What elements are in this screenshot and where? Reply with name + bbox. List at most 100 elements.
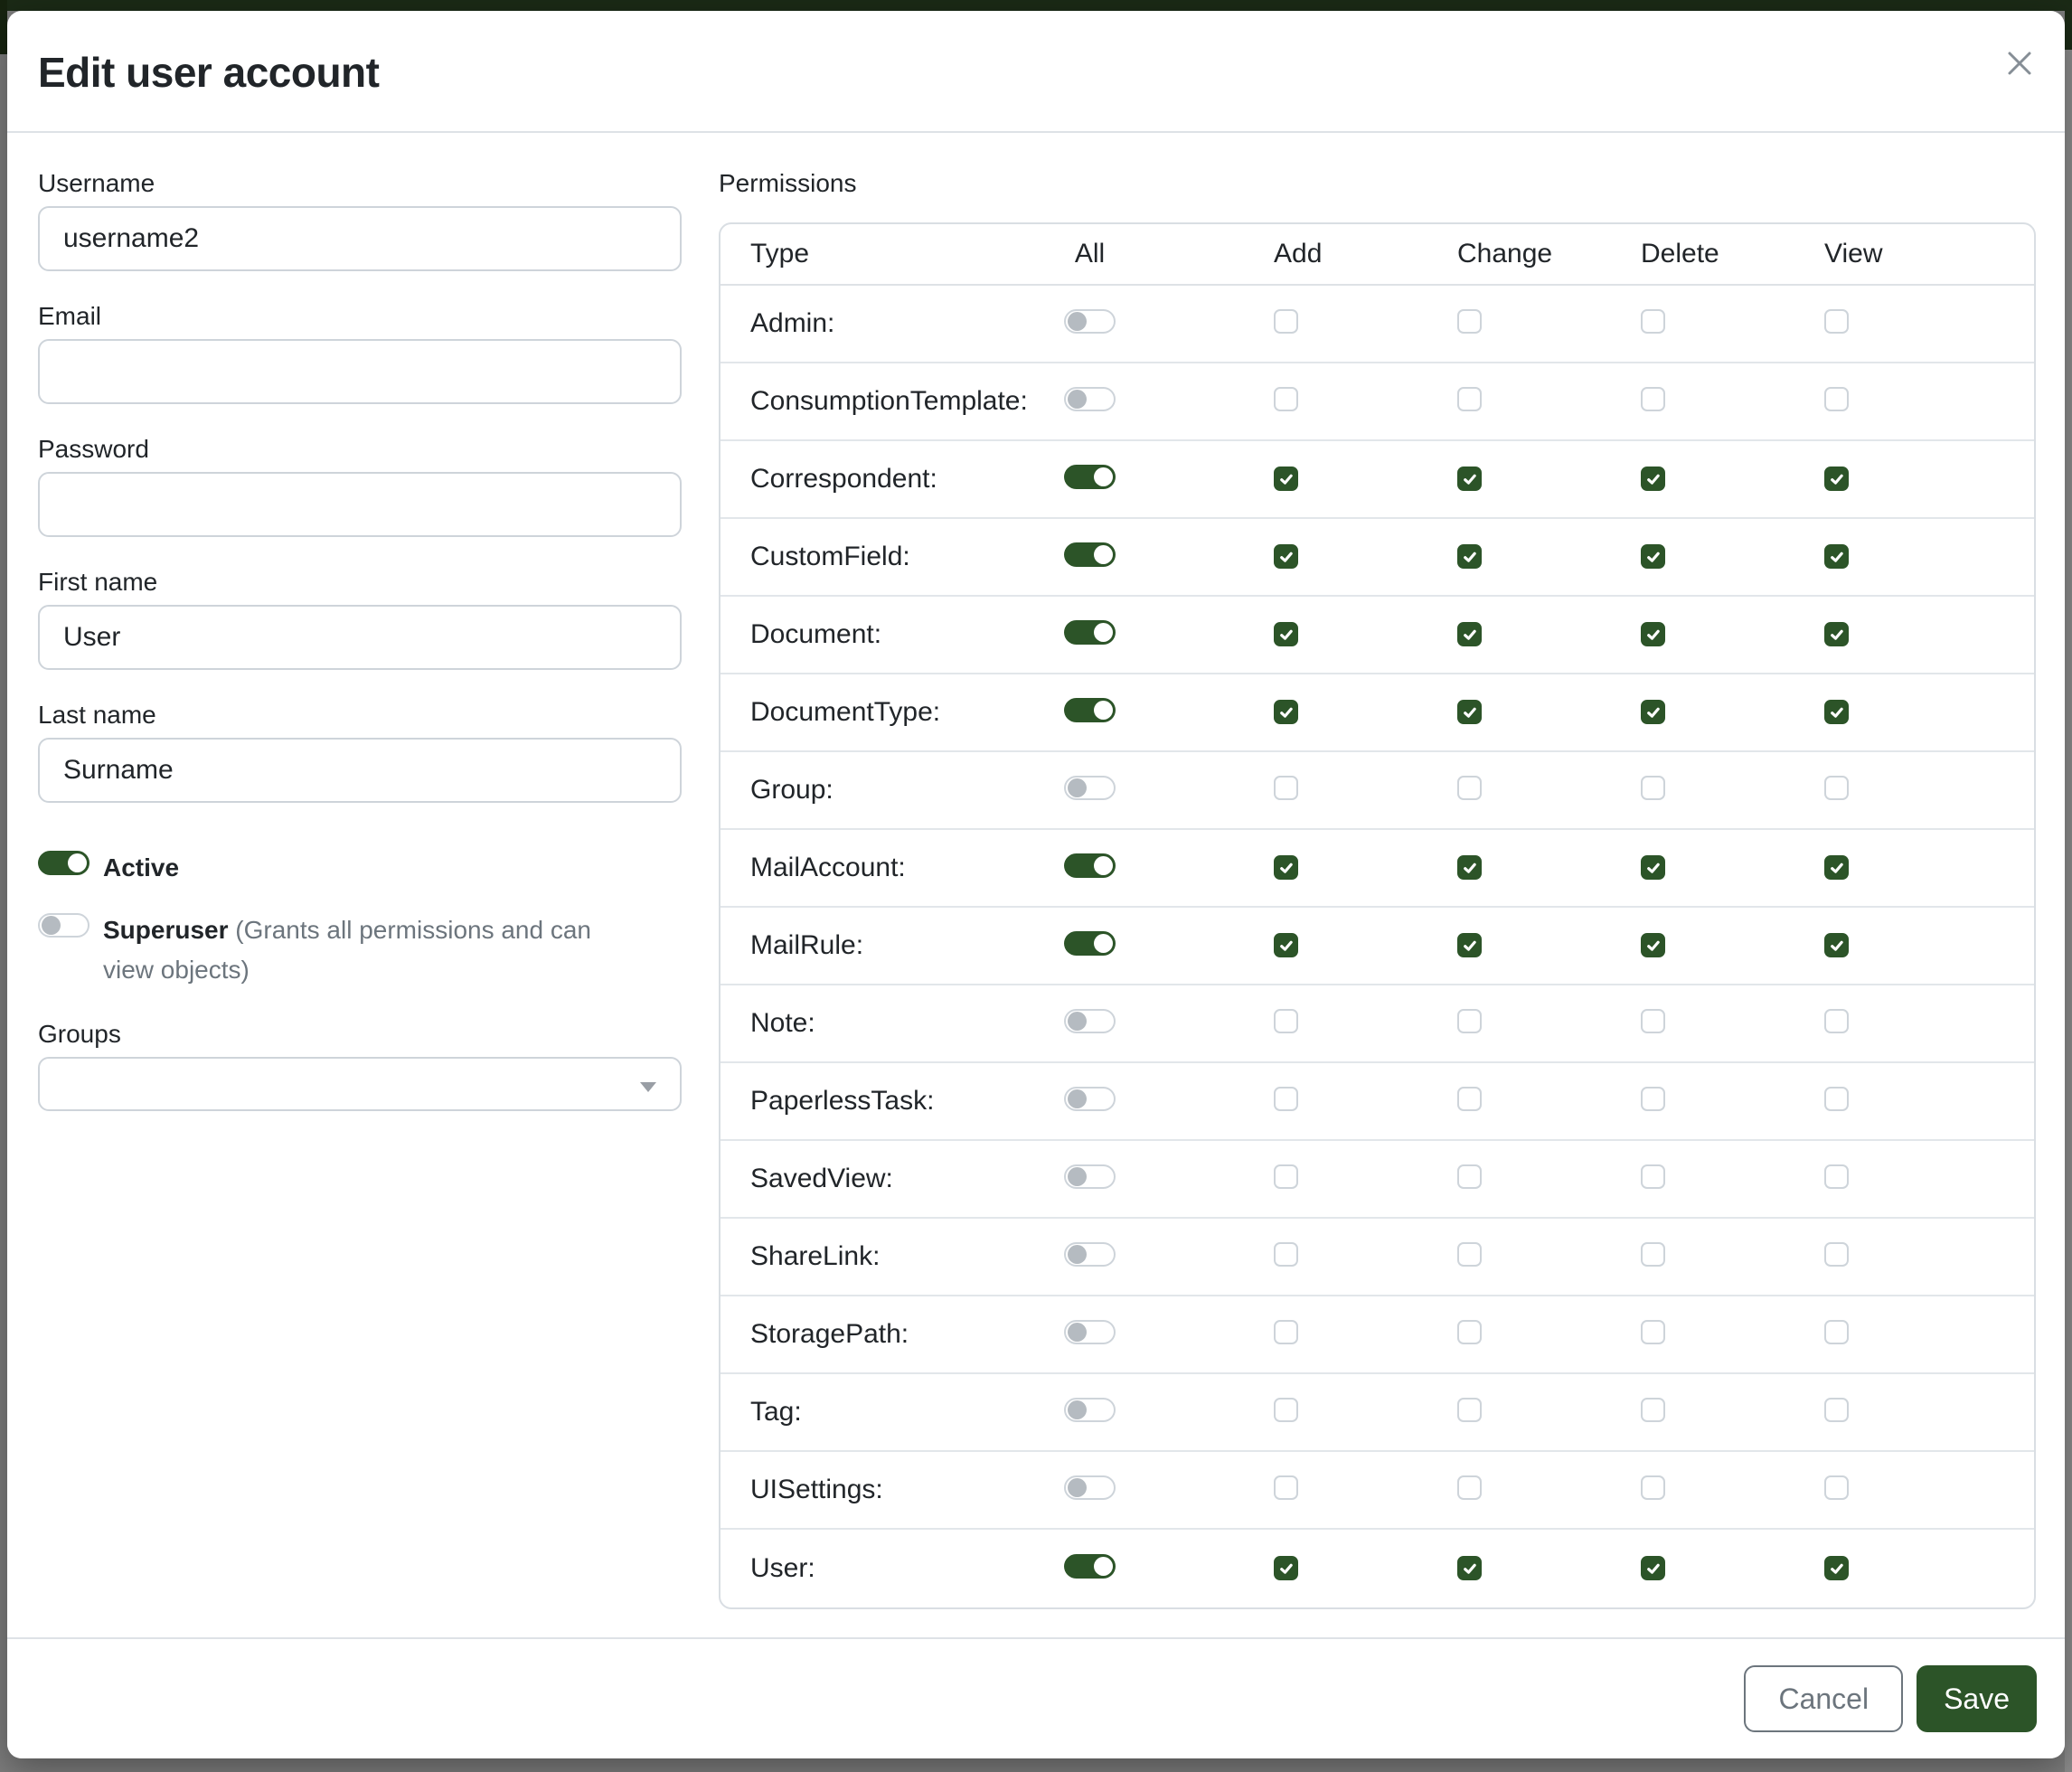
perm-view-checkbox[interactable] — [1824, 467, 1849, 491]
active-toggle[interactable] — [38, 851, 89, 875]
perm-delete-checkbox[interactable] — [1641, 1475, 1665, 1500]
last-name-input[interactable] — [38, 738, 682, 803]
perm-add-checkbox[interactable] — [1274, 467, 1298, 491]
perm-add-checkbox[interactable] — [1274, 776, 1298, 800]
perm-change-checkbox[interactable] — [1457, 1398, 1482, 1422]
perm-all-toggle[interactable] — [1064, 1320, 1116, 1344]
edit-user-modal: Edit user account Username Email Passwor… — [7, 11, 2065, 1758]
perm-all-toggle[interactable] — [1064, 542, 1116, 567]
perm-view-checkbox[interactable] — [1824, 1009, 1849, 1033]
perm-view-checkbox[interactable] — [1824, 700, 1849, 724]
perm-change-checkbox[interactable] — [1457, 1556, 1482, 1580]
perm-change-checkbox[interactable] — [1457, 1009, 1482, 1033]
perm-change-checkbox[interactable] — [1457, 1242, 1482, 1267]
password-input[interactable] — [38, 472, 682, 537]
first-name-input[interactable] — [38, 605, 682, 670]
perm-change-checkbox[interactable] — [1457, 622, 1482, 646]
perm-change-checkbox[interactable] — [1457, 1164, 1482, 1189]
perm-add-checkbox[interactable] — [1274, 1242, 1298, 1267]
perm-all-toggle[interactable] — [1064, 1475, 1116, 1500]
perm-all-toggle[interactable] — [1064, 620, 1116, 645]
perm-add-checkbox[interactable] — [1274, 1009, 1298, 1033]
perm-all-toggle[interactable] — [1064, 1009, 1116, 1033]
perm-change-checkbox[interactable] — [1457, 1320, 1482, 1344]
perm-view-checkbox[interactable] — [1824, 776, 1849, 800]
perm-view-checkbox[interactable] — [1824, 622, 1849, 646]
perm-all-toggle[interactable] — [1064, 853, 1116, 878]
perm-change-checkbox[interactable] — [1457, 1475, 1482, 1500]
perm-change-checkbox[interactable] — [1457, 544, 1482, 569]
perm-all-toggle[interactable] — [1064, 776, 1116, 800]
perm-add-checkbox[interactable] — [1274, 1556, 1298, 1580]
perm-all-toggle[interactable] — [1064, 1164, 1116, 1189]
page-scrollbar[interactable] — [2065, 0, 2072, 1772]
perm-delete-checkbox[interactable] — [1641, 544, 1665, 569]
perm-all-toggle[interactable] — [1064, 1554, 1116, 1579]
groups-select[interactable] — [38, 1057, 682, 1111]
perm-change-checkbox[interactable] — [1457, 387, 1482, 411]
perm-delete-checkbox[interactable] — [1641, 1087, 1665, 1111]
perm-add-checkbox[interactable] — [1274, 855, 1298, 880]
email-input[interactable] — [38, 339, 682, 404]
perm-add-checkbox[interactable] — [1274, 1320, 1298, 1344]
perm-all-toggle[interactable] — [1064, 465, 1116, 489]
perm-delete-checkbox[interactable] — [1641, 467, 1665, 491]
perm-change-checkbox[interactable] — [1457, 933, 1482, 957]
perm-delete-checkbox[interactable] — [1641, 387, 1665, 411]
perm-change-checkbox[interactable] — [1457, 309, 1482, 334]
perm-change-checkbox[interactable] — [1457, 855, 1482, 880]
perm-view-checkbox[interactable] — [1824, 1475, 1849, 1500]
perm-change-checkbox[interactable] — [1457, 700, 1482, 724]
perm-view-checkbox[interactable] — [1824, 1556, 1849, 1580]
perm-delete-checkbox[interactable] — [1641, 1320, 1665, 1344]
perm-view-checkbox[interactable] — [1824, 855, 1849, 880]
perm-all-toggle[interactable] — [1064, 1087, 1116, 1111]
perm-all-toggle[interactable] — [1064, 698, 1116, 722]
perm-view-checkbox[interactable] — [1824, 1164, 1849, 1189]
perm-change-checkbox[interactable] — [1457, 776, 1482, 800]
permission-row: Tag: — [720, 1374, 2034, 1452]
username-input[interactable] — [38, 206, 682, 271]
chevron-down-icon — [640, 1082, 656, 1092]
perm-delete-checkbox[interactable] — [1641, 1398, 1665, 1422]
perm-add-checkbox[interactable] — [1274, 309, 1298, 334]
perm-view-checkbox[interactable] — [1824, 933, 1849, 957]
perm-view-checkbox[interactable] — [1824, 1242, 1849, 1267]
perm-delete-checkbox[interactable] — [1641, 1242, 1665, 1267]
perm-all-toggle[interactable] — [1064, 387, 1116, 411]
perm-view-checkbox[interactable] — [1824, 1087, 1849, 1111]
perm-add-checkbox[interactable] — [1274, 1398, 1298, 1422]
perm-delete-checkbox[interactable] — [1641, 776, 1665, 800]
perm-add-checkbox[interactable] — [1274, 387, 1298, 411]
perm-change-checkbox[interactable] — [1457, 467, 1482, 491]
perm-view-checkbox[interactable] — [1824, 544, 1849, 569]
perm-all-toggle[interactable] — [1064, 931, 1116, 956]
perm-add-checkbox[interactable] — [1274, 1475, 1298, 1500]
perm-add-checkbox[interactable] — [1274, 1164, 1298, 1189]
save-button[interactable]: Save — [1917, 1665, 2037, 1732]
perm-delete-checkbox[interactable] — [1641, 309, 1665, 334]
cancel-button[interactable]: Cancel — [1744, 1665, 1903, 1732]
close-button[interactable] — [2002, 47, 2037, 81]
perm-add-checkbox[interactable] — [1274, 544, 1298, 569]
perm-add-checkbox[interactable] — [1274, 700, 1298, 724]
perm-delete-checkbox[interactable] — [1641, 855, 1665, 880]
perm-change-checkbox[interactable] — [1457, 1087, 1482, 1111]
perm-delete-checkbox[interactable] — [1641, 1009, 1665, 1033]
perm-all-toggle[interactable] — [1064, 1398, 1116, 1422]
perm-all-toggle[interactable] — [1064, 309, 1116, 334]
perm-delete-checkbox[interactable] — [1641, 1164, 1665, 1189]
perm-delete-checkbox[interactable] — [1641, 622, 1665, 646]
perm-delete-checkbox[interactable] — [1641, 1556, 1665, 1580]
perm-view-checkbox[interactable] — [1824, 1398, 1849, 1422]
superuser-toggle[interactable] — [38, 913, 89, 938]
perm-add-checkbox[interactable] — [1274, 933, 1298, 957]
perm-view-checkbox[interactable] — [1824, 387, 1849, 411]
perm-view-checkbox[interactable] — [1824, 1320, 1849, 1344]
perm-add-checkbox[interactable] — [1274, 1087, 1298, 1111]
perm-view-checkbox[interactable] — [1824, 309, 1849, 334]
perm-delete-checkbox[interactable] — [1641, 933, 1665, 957]
perm-add-checkbox[interactable] — [1274, 622, 1298, 646]
perm-delete-checkbox[interactable] — [1641, 700, 1665, 724]
perm-all-toggle[interactable] — [1064, 1242, 1116, 1267]
